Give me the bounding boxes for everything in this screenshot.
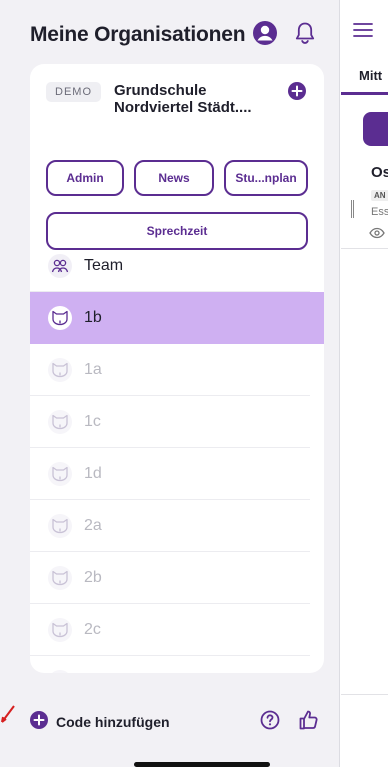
module-buttons: Admin News Stu...nplan (46, 160, 308, 196)
add-code-button[interactable]: Code hinzufügen (56, 714, 170, 730)
fox-icon (48, 306, 72, 330)
divider (341, 694, 388, 695)
group-list: Team 1b 1a 1c 1d 2a 2b 2c (30, 240, 324, 673)
tab-underline (341, 92, 388, 95)
list-item-1b[interactable]: 1b (30, 292, 324, 344)
footer-icons (260, 709, 324, 736)
demo-badge: DEMO (46, 82, 101, 102)
fox-icon (48, 357, 72, 382)
drawer-footer: Code hinzufügen (30, 700, 324, 744)
header-icons (252, 20, 330, 51)
list-item-label: 2a (84, 516, 102, 534)
list-item-1c[interactable]: 1c (30, 396, 310, 448)
pointer-arrow-icon (0, 704, 16, 729)
tab-mitteilungen[interactable]: Mitt (359, 68, 382, 83)
list-item-label: 1c (84, 412, 101, 430)
list-item-1a[interactable]: 1a (30, 344, 310, 396)
fox-icon (48, 513, 72, 538)
home-indicator (134, 762, 270, 767)
fox-icon (48, 461, 72, 486)
message-title[interactable]: Os (371, 164, 388, 181)
list-item-label: 1a (84, 360, 102, 378)
school-row: DEMO Grundschule Nordviertel Städt.... (46, 80, 308, 124)
admin-button[interactable]: Admin (46, 160, 124, 196)
list-item-team[interactable]: Team (30, 240, 310, 292)
stundenplan-button[interactable]: Stu...nplan (224, 160, 308, 196)
organisation-card: DEMO Grundschule Nordviertel Städt.... A… (30, 64, 324, 673)
list-item-2a[interactable]: 2a (30, 500, 310, 552)
hamburger-menu-icon[interactable] (353, 22, 373, 43)
list-item-label: 1b (84, 309, 102, 326)
drag-handle-icon[interactable] (351, 200, 354, 218)
fox-icon (48, 565, 72, 590)
message-preview: Ess (371, 206, 388, 218)
list-item-2d[interactable]: 2d (30, 656, 310, 673)
message-badge: AN (371, 190, 388, 201)
school-name[interactable]: Grundschule Nordviertel Städt.... (114, 82, 284, 116)
drawer-title: Meine Organisationen (30, 23, 246, 46)
drawer-header: Meine Organisationen (30, 18, 330, 52)
list-item-1d[interactable]: 1d (30, 448, 310, 500)
list-item-2b[interactable]: 2b (30, 552, 310, 604)
help-icon[interactable] (260, 710, 280, 735)
main-panel-edge: Mitt Os AN Ess (341, 0, 388, 767)
divider (341, 248, 388, 249)
list-item-label: 1d (84, 464, 102, 482)
list-item-label: 2b (84, 568, 102, 586)
fox-icon (48, 409, 72, 434)
fox-icon (48, 670, 72, 673)
account-icon[interactable] (252, 20, 278, 51)
news-button[interactable]: News (134, 160, 214, 196)
primary-action-button[interactable] (363, 112, 388, 146)
add-organisation-icon[interactable] (288, 82, 306, 105)
list-item-label: Team (84, 256, 124, 274)
fox-icon (48, 617, 72, 642)
add-code-icon[interactable] (30, 710, 48, 734)
thumbs-up-icon[interactable] (298, 709, 320, 736)
group-icon (48, 253, 72, 278)
eye-icon (369, 226, 385, 244)
bell-icon[interactable] (294, 21, 316, 50)
list-item-2c[interactable]: 2c (30, 604, 310, 656)
organisations-drawer: Meine Organisationen DEMO Grundschule No… (0, 0, 340, 767)
list-item-label: 2c (84, 620, 101, 638)
